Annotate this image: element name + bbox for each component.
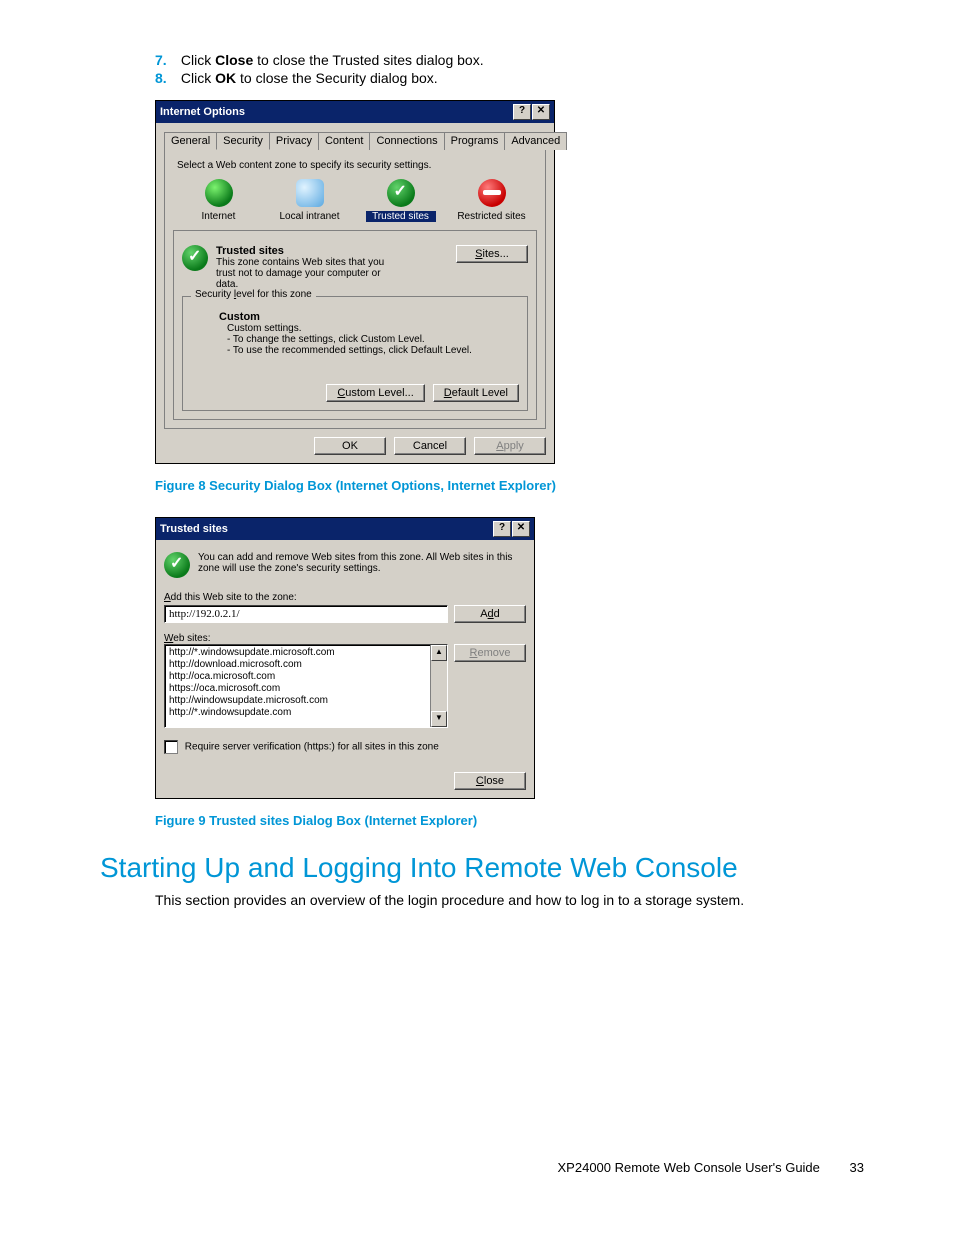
custom-label: Custom <box>219 311 509 323</box>
step-text-post: to close the Security dialog box. <box>236 70 438 86</box>
tab-advanced[interactable]: Advanced <box>504 132 567 150</box>
add-label: Add this Web site to the zone: <box>164 592 526 603</box>
zone-title: Trusted sites <box>216 245 456 257</box>
add-button[interactable]: Add <box>454 605 526 623</box>
step-text-bold: OK <box>215 70 236 86</box>
zone-intro: Select a Web content zone to specify its… <box>177 160 537 171</box>
tab-content[interactable]: Content <box>318 132 371 150</box>
close-button[interactable]: Close <box>454 772 526 790</box>
step-item: 7. Click Close to close the Trusted site… <box>155 52 864 68</box>
default-level-button[interactable]: Default Level <box>433 384 519 402</box>
scrollbar[interactable]: ▲ ▼ <box>430 645 447 727</box>
step-item: 8. Click OK to close the Security dialog… <box>155 70 864 86</box>
require-https-label: Require server verification (https:) for… <box>185 742 439 753</box>
tab-security[interactable]: Security <box>216 132 270 150</box>
zone-label: Trusted sites <box>366 211 436 222</box>
internet-options-dialog: Internet Options ? ✕ General Security Pr… <box>155 100 555 464</box>
list-item[interactable]: http://*.windowsupdate.com <box>165 707 447 719</box>
security-level-label: Security level for this zone <box>191 289 316 300</box>
zone-label: Internet <box>184 211 254 222</box>
scroll-down-icon[interactable]: ▼ <box>431 711 447 727</box>
help-icon[interactable]: ? <box>513 104 531 120</box>
step-text-bold: Close <box>215 52 253 68</box>
list-item[interactable]: https://oca.microsoft.com <box>165 683 447 695</box>
zone-local-intranet[interactable]: Local intranet <box>275 179 345 222</box>
help-icon[interactable]: ? <box>493 521 511 537</box>
scroll-up-icon[interactable]: ▲ <box>431 645 447 661</box>
tab-strip: General Security Privacy Content Connect… <box>164 131 546 149</box>
step-number: 8. <box>155 70 177 86</box>
require-https-checkbox-row[interactable]: Require server verification (https:) for… <box>164 740 526 754</box>
tab-general[interactable]: General <box>164 132 217 150</box>
checkmark-icon <box>164 552 190 578</box>
cancel-button[interactable]: Cancel <box>394 437 466 455</box>
step-number: 7. <box>155 52 177 68</box>
zone-trusted-sites[interactable]: Trusted sites <box>366 179 436 222</box>
footer-text: XP24000 Remote Web Console User's Guide <box>558 1160 820 1175</box>
ok-button[interactable]: OK <box>314 437 386 455</box>
custom-subtitle: Custom settings. <box>219 323 509 334</box>
intranet-icon <box>296 179 324 207</box>
checkmark-icon <box>182 245 208 271</box>
trusted-sites-dialog: Trusted sites ? ✕ You can add and remove… <box>155 517 535 799</box>
zone-label: Restricted sites <box>457 211 527 222</box>
section-heading: Starting Up and Logging Into Remote Web … <box>100 852 864 884</box>
zone-label: Local intranet <box>275 211 345 222</box>
checkmark-icon <box>387 179 415 207</box>
dialog-title: Internet Options <box>160 106 245 118</box>
title-bar[interactable]: Internet Options ? ✕ <box>156 101 554 123</box>
figure-caption: Figure 8 Security Dialog Box (Internet O… <box>155 478 864 493</box>
page-footer: XP24000 Remote Web Console User's Guide … <box>558 1160 864 1175</box>
list-item[interactable]: http://download.microsoft.com <box>165 659 447 671</box>
restricted-icon <box>478 179 506 207</box>
list-item[interactable]: http://oca.microsoft.com <box>165 671 447 683</box>
tab-programs[interactable]: Programs <box>444 132 506 150</box>
apply-button[interactable]: Apply <box>474 437 546 455</box>
step-text-pre: Click <box>181 70 215 86</box>
custom-level-button[interactable]: Custom Level... <box>326 384 424 402</box>
close-icon[interactable]: ✕ <box>532 104 550 120</box>
figure-caption: Figure 9 Trusted sites Dialog Box (Inter… <box>155 813 864 828</box>
custom-line1: - To change the settings, click Custom L… <box>219 334 509 345</box>
remove-button[interactable]: Remove <box>454 644 526 662</box>
tab-privacy[interactable]: Privacy <box>269 132 319 150</box>
zone-description: This zone contains Web sites that you tr… <box>216 257 386 290</box>
custom-line2: - To use the recommended settings, click… <box>219 345 509 356</box>
add-site-input[interactable]: http://192.0.2.1/ <box>164 605 448 623</box>
zone-internet[interactable]: Internet <box>184 179 254 222</box>
close-icon[interactable]: ✕ <box>512 521 530 537</box>
tab-connections[interactable]: Connections <box>369 132 444 150</box>
zone-restricted-sites[interactable]: Restricted sites <box>457 179 527 222</box>
body-text: This section provides an overview of the… <box>155 892 864 908</box>
step-text-pre: Click <box>181 52 215 68</box>
globe-icon <box>205 179 233 207</box>
step-text-post: to close the Trusted sites dialog box. <box>253 52 483 68</box>
trusted-intro: You can add and remove Web sites from th… <box>198 552 526 574</box>
page-number: 33 <box>850 1160 864 1175</box>
websites-label: Web sites: <box>164 633 526 644</box>
checkbox-icon[interactable] <box>164 740 178 754</box>
sites-button[interactable]: SSites...ites... <box>456 245 528 263</box>
list-item[interactable]: http://*.windowsupdate.microsoft.com <box>165 647 447 659</box>
step-list: 7. Click Close to close the Trusted site… <box>155 52 864 86</box>
list-item[interactable]: http://windowsupdate.microsoft.com <box>165 695 447 707</box>
title-bar[interactable]: Trusted sites ? ✕ <box>156 518 534 540</box>
websites-list[interactable]: http://*.windowsupdate.microsoft.com htt… <box>164 644 448 728</box>
dialog-title: Trusted sites <box>160 523 228 535</box>
